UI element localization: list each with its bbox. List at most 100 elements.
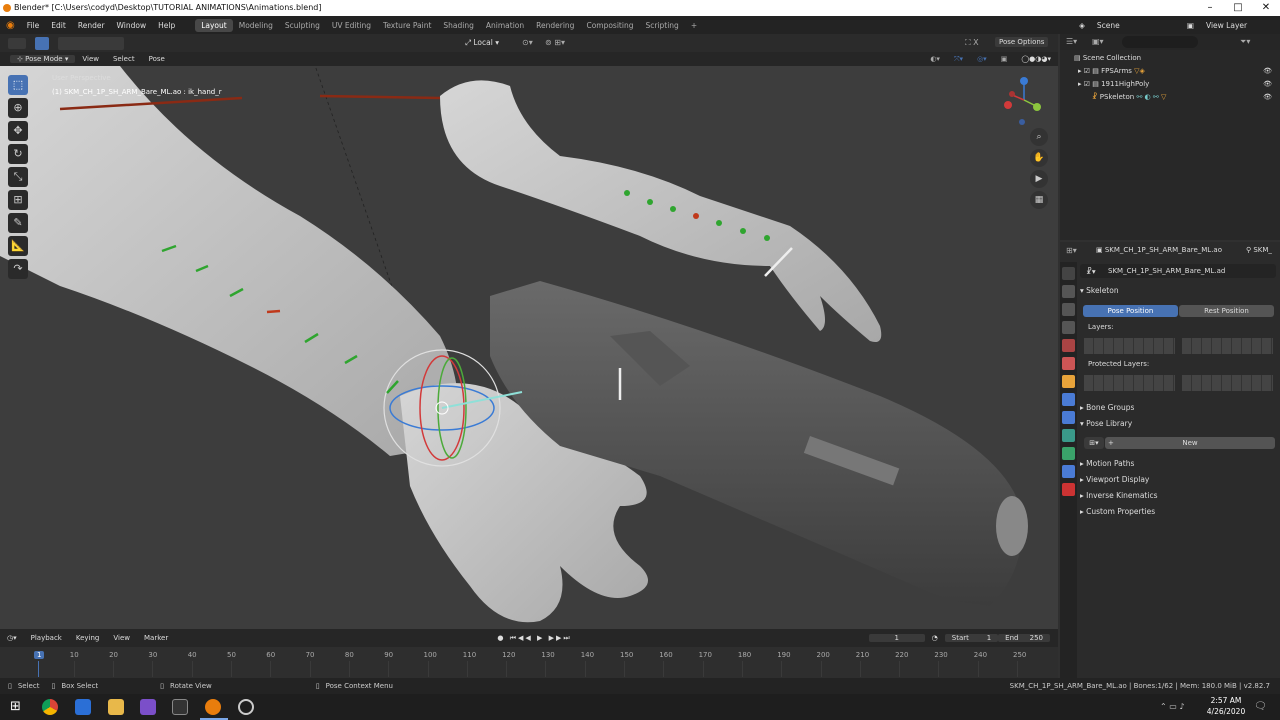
armature-data-field[interactable]: ☧▾ SKM_CH_1P_SH_ARM_Bare_ML.ad	[1080, 264, 1276, 278]
tab-rendering[interactable]: Rendering	[530, 19, 580, 32]
skeleton-panel-header[interactable]: ▾ Skeleton	[1080, 286, 1276, 295]
zoom-icon[interactable]: ⌕	[1030, 128, 1048, 146]
outliner-editor-icon[interactable]: ☰▾	[1066, 37, 1077, 46]
menu-edit[interactable]: Edit	[45, 21, 72, 30]
cursor-icon[interactable]: ⊕	[8, 98, 28, 118]
world-tab-icon[interactable]	[1062, 357, 1075, 370]
xray-icon[interactable]: ▣	[994, 55, 1015, 63]
bone-layers-grid-left[interactable]	[1084, 338, 1175, 354]
gizmo-toggle-icon[interactable]: ⛶ X	[965, 38, 979, 48]
properties-editor-icon[interactable]: ⊞▾	[1066, 246, 1077, 255]
menu-timeline-view[interactable]: View	[106, 634, 137, 642]
tab-layout[interactable]: Layout	[195, 18, 233, 32]
motion-paths-panel[interactable]: ▸ Motion Paths	[1080, 459, 1276, 468]
scale-icon[interactable]: ⤡	[8, 167, 28, 187]
scene-tab-icon[interactable]	[1062, 339, 1075, 352]
select-mode-buttons[interactable]	[58, 37, 124, 50]
menu-playback[interactable]: Playback	[24, 634, 69, 642]
current-frame[interactable]: 1	[868, 634, 925, 642]
editor-type-icon[interactable]	[8, 38, 26, 49]
clock-time[interactable]: 2:57 AM	[1206, 696, 1246, 705]
clock-date[interactable]: 4/26/2020	[1202, 707, 1250, 716]
pivot-icon[interactable]: ⊙▾	[522, 38, 533, 47]
add-workspace-icon[interactable]: +	[685, 19, 703, 32]
rotate-icon[interactable]: ↻	[8, 144, 28, 164]
menu-file[interactable]: File	[21, 21, 46, 30]
blender-menu-icon[interactable]: ◉	[0, 20, 21, 31]
tab-shading[interactable]: Shading	[437, 19, 479, 32]
menu-view[interactable]: View	[75, 55, 106, 63]
pin-tab[interactable]: ⚲ SKM_	[1246, 246, 1272, 254]
preview-range-icon[interactable]: ◔	[925, 634, 945, 642]
bone-layers-grid-right[interactable]	[1182, 338, 1273, 354]
visual-studio-icon[interactable]	[140, 699, 156, 715]
measure-icon[interactable]: 📐	[8, 236, 28, 256]
bone-constraint-tab-icon[interactable]	[1062, 465, 1075, 478]
close-icon[interactable]: ✕	[1252, 0, 1280, 16]
timeline-ruler[interactable]: 1 10 20 30 40 50 60 70 80 90 100 110 120 130 140 150 160…	[0, 647, 1058, 678]
bone-tab-icon[interactable]	[1062, 447, 1075, 460]
select-box-icon[interactable]: ⬚	[8, 75, 28, 95]
menu-window[interactable]: Window	[111, 21, 153, 30]
constraint-tab-icon[interactable]	[1062, 411, 1075, 424]
protected-layers-grid-right[interactable]	[1182, 375, 1273, 391]
custom-properties-panel[interactable]: ▸ Custom Properties	[1080, 507, 1276, 516]
camera-icon[interactable]: ▶	[1030, 170, 1048, 188]
menu-pose[interactable]: Pose	[142, 55, 172, 63]
overlay-icon[interactable]: ◎▾	[970, 55, 994, 63]
maximize-icon[interactable]: □	[1224, 0, 1252, 16]
object-tab-icon[interactable]	[1062, 375, 1075, 388]
grid-view-icon[interactable]: ▦	[1030, 191, 1048, 209]
outliner-search-input[interactable]	[1122, 36, 1198, 48]
protected-layers-grid-left[interactable]	[1084, 375, 1175, 391]
annotate-icon[interactable]: ✎	[8, 213, 28, 233]
pose-position-button[interactable]: Pose Position	[1083, 305, 1178, 317]
outliner-item-pskeleton[interactable]: ☧ PSkeleton ⚯ ◐ ⚯ ▽ 👁	[1060, 91, 1280, 104]
file-explorer-icon[interactable]	[108, 699, 124, 715]
tab-uv-editing[interactable]: UV Editing	[326, 19, 377, 32]
select-tool-icon[interactable]	[35, 37, 49, 50]
menu-help[interactable]: Help	[152, 21, 181, 30]
roll-icon[interactable]: ↷	[8, 259, 28, 279]
transform-icon[interactable]: ⊞	[8, 190, 28, 210]
rest-position-button[interactable]: Rest Position	[1179, 305, 1274, 317]
view-layer-tab-icon[interactable]	[1062, 321, 1075, 334]
view-layer-name[interactable]: View Layer	[1200, 21, 1280, 30]
output-tab-icon[interactable]	[1062, 303, 1075, 316]
tab-texture-paint[interactable]: Texture Paint	[377, 19, 437, 32]
unreal-icon[interactable]	[172, 699, 188, 715]
scene-name[interactable]: Scene	[1091, 21, 1181, 30]
outliner-item-fpsarms[interactable]: ▸ ☑ ▤ FPSArms ▽◈ 👁	[1060, 65, 1280, 78]
notifications-icon[interactable]: 🗨	[1254, 701, 1267, 712]
menu-marker[interactable]: Marker	[137, 634, 175, 642]
chrome-icon[interactable]	[42, 699, 58, 715]
end-frame-field[interactable]: End 250	[998, 634, 1050, 642]
pose-library-panel[interactable]: ▾ Pose Library	[1080, 419, 1276, 428]
menu-select[interactable]: Select	[106, 55, 142, 63]
texture-tab-icon[interactable]	[1062, 483, 1075, 496]
tab-compositing[interactable]: Compositing	[580, 19, 639, 32]
pose-library-browse-icon[interactable]: ⊞▾	[1084, 437, 1104, 449]
tray-icons[interactable]: ⌃ ▭ ♪	[1160, 702, 1184, 711]
tab-sculpting[interactable]: Sculpting	[279, 19, 326, 32]
move-icon[interactable]: ✥	[8, 121, 28, 141]
app-blue-icon[interactable]	[75, 699, 91, 715]
app-circle-icon[interactable]	[238, 699, 254, 715]
playback-controls-icon[interactable]: ● ⏮◀◀ ▶ ▶▶⏭	[490, 634, 578, 643]
tool-tab-icon[interactable]	[1062, 267, 1075, 280]
filter-icon[interactable]: ⏷▾	[1240, 37, 1250, 47]
mode-select[interactable]: ⊹ Pose Mode ▾	[10, 55, 76, 63]
bone-groups-panel[interactable]: ▸ Bone Groups	[1080, 403, 1276, 412]
gizmo-icon[interactable]: ⤧▾	[947, 55, 970, 64]
modifier-tab-icon[interactable]	[1062, 393, 1075, 406]
scene-collection-row[interactable]: ▤ Scene Collection	[1060, 52, 1280, 65]
axis-navigation-gizmo[interactable]	[1000, 74, 1048, 126]
shading-modes-icon[interactable]: ◯●◑◕▾	[1014, 55, 1058, 63]
tab-animation[interactable]: Animation	[480, 19, 530, 32]
visibility-icon[interactable]: ◐▾	[923, 55, 947, 63]
tab-scripting[interactable]: Scripting	[639, 19, 684, 32]
menu-keying[interactable]: Keying	[69, 634, 107, 642]
timeline-editor-icon[interactable]: ◷▾	[0, 634, 24, 642]
pose-options-button[interactable]: Pose Options	[995, 37, 1049, 47]
tab-modeling[interactable]: Modeling	[233, 19, 279, 32]
